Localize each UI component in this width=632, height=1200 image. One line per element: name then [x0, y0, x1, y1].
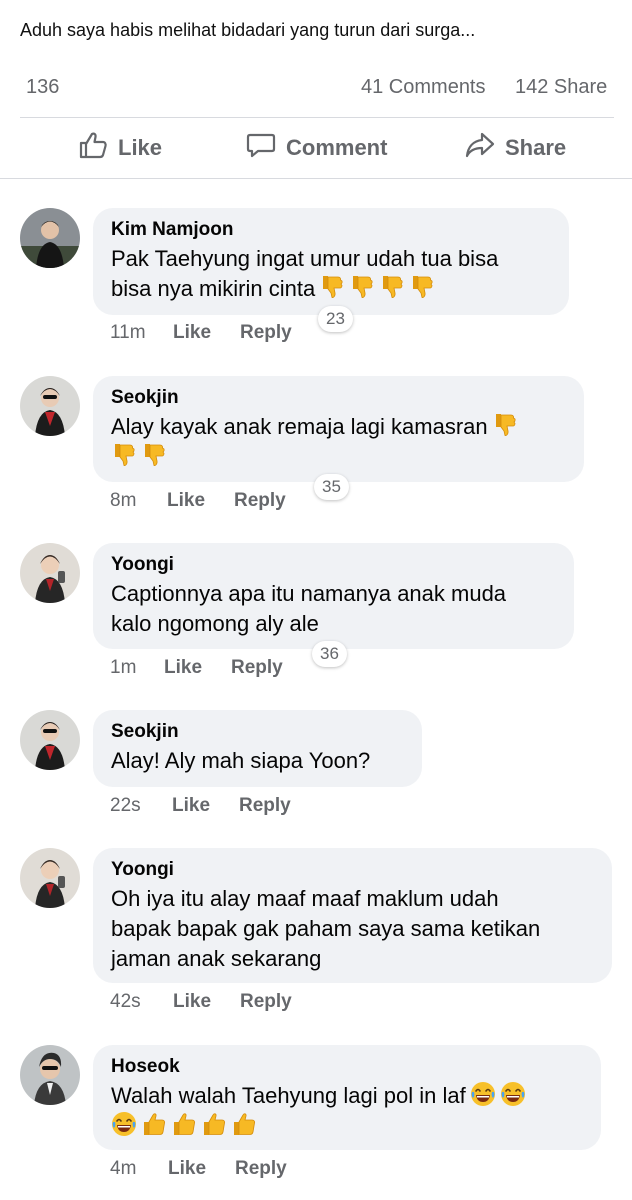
- share-button[interactable]: Share: [465, 128, 566, 168]
- reaction-badge[interactable]: 36: [312, 641, 347, 667]
- comment-reply-button[interactable]: Reply: [234, 490, 286, 512]
- avatar[interactable]: [20, 543, 80, 603]
- comment-button[interactable]: Comment: [246, 128, 387, 168]
- comment-line: Oh iya itu alay maaf maaf maklum udah: [111, 886, 499, 911]
- laughing-emoji-icon: [470, 1081, 496, 1107]
- comment-line-text: Alay kayak anak remaja lagi kamasran: [111, 414, 488, 439]
- comment-label: Comment: [286, 135, 388, 160]
- comment-line: Captionnya apa itu namanya anak muda: [111, 581, 507, 606]
- like-button[interactable]: Like: [78, 128, 162, 168]
- comment-like-button[interactable]: Like: [168, 1158, 206, 1180]
- commenter-name[interactable]: Yoongi: [111, 858, 594, 882]
- comment-reply-button[interactable]: Reply: [240, 322, 292, 344]
- comment-reply-button[interactable]: Reply: [231, 657, 283, 679]
- comment-text: Alay kayak anak remaja lagi kamasran: [111, 412, 566, 472]
- comment-text: Pak Taehyung ingat umur udah tua bisa bi…: [111, 244, 551, 304]
- commenter-name[interactable]: Kim Namjoon: [111, 218, 551, 242]
- comment-bubble[interactable]: Yoongi Captionnya apa itu namanya anak m…: [93, 543, 574, 649]
- comment-line: jaman anak sekarang: [111, 946, 322, 971]
- comment-line: bapak bapak gak paham saya sama ketikan: [111, 916, 541, 941]
- comment-time: 11m: [110, 322, 146, 343]
- comment-like-button[interactable]: Like: [173, 322, 211, 344]
- reaction-count[interactable]: 136: [26, 76, 59, 99]
- post-stats: 136 41 Comments 142 Share: [0, 74, 632, 102]
- comment-bubble[interactable]: Hoseok Walah walah Taehyung lagi pol in …: [93, 1045, 601, 1150]
- avatar[interactable]: [20, 1045, 80, 1105]
- comment-time: 4m: [110, 1158, 137, 1179]
- comment-line: Walah walah Taehyung lagi pol in laf: [111, 1081, 583, 1111]
- commenter-name[interactable]: Seokjin: [111, 720, 404, 744]
- action-bar: Like Comment Share: [0, 128, 632, 168]
- comment-text: Captionnya apa itu namanya anak muda kal…: [111, 579, 556, 639]
- comment-text: Alay! Aly mah siapa Yoon?: [111, 746, 404, 776]
- post-caption: Aduh saya habis melihat bidadari yang tu…: [20, 20, 476, 40]
- comment-line: [107, 1111, 583, 1141]
- comment-line: Pak Taehyung ingat umur udah tua bisa: [111, 246, 499, 271]
- thumbs-up-emoji-icon: [201, 1111, 227, 1137]
- thumbs-down-emoji-icon: [111, 442, 137, 468]
- thumbs-up-outline-icon: [78, 130, 108, 166]
- comment-line: kalo ngomong aly ale: [111, 611, 319, 636]
- reaction-badge[interactable]: 23: [318, 306, 353, 332]
- comment-line: [107, 442, 566, 472]
- share-arrow-icon: [465, 130, 495, 166]
- comment-like-button[interactable]: Like: [164, 657, 202, 679]
- thumbs-up-emoji-icon: [171, 1111, 197, 1137]
- avatar[interactable]: [20, 848, 80, 908]
- comment-reply-button[interactable]: Reply: [235, 1158, 287, 1180]
- comment-line: bisa nya mikirin cinta: [111, 274, 551, 304]
- reaction-badge[interactable]: 35: [314, 474, 349, 500]
- share-label: Share: [505, 135, 567, 160]
- comment-time: 22s: [110, 795, 141, 816]
- avatar[interactable]: [20, 710, 80, 770]
- comment-bubble[interactable]: Kim Namjoon Pak Taehyung ingat umur udah…: [93, 208, 569, 315]
- laughing-emoji-icon: [111, 1111, 137, 1137]
- comment-bubble[interactable]: Seokjin Alay kayak anak remaja lagi kama…: [93, 376, 584, 482]
- thumbs-down-emoji-icon: [349, 274, 375, 300]
- commenter-name[interactable]: Seokjin: [111, 386, 566, 410]
- commenter-name[interactable]: Hoseok: [111, 1055, 583, 1079]
- comment-time: 8m: [110, 490, 137, 511]
- comment-reply-button[interactable]: Reply: [239, 795, 291, 817]
- comments-count[interactable]: 41 Comments: [361, 76, 486, 99]
- avatar[interactable]: [20, 376, 80, 436]
- thumbs-up-emoji-icon: [141, 1111, 167, 1137]
- like-label: Like: [118, 135, 163, 160]
- comment-reply-button[interactable]: Reply: [240, 991, 292, 1013]
- avatar[interactable]: [20, 208, 80, 268]
- laughing-emoji-icon: [500, 1081, 526, 1107]
- comment-bubble[interactable]: Seokjin Alay! Aly mah siapa Yoon?: [93, 710, 422, 787]
- thumbs-down-emoji-icon: [141, 442, 167, 468]
- thumbs-up-emoji-icon: [231, 1111, 257, 1137]
- comment-line-text: bisa nya mikirin cinta: [111, 276, 316, 301]
- comment-time: 1m: [110, 657, 137, 678]
- divider: [0, 178, 632, 179]
- thumbs-down-emoji-icon: [319, 274, 345, 300]
- comment-line: Alay kayak anak remaja lagi kamasran: [111, 412, 566, 442]
- comment-like-button[interactable]: Like: [167, 490, 205, 512]
- thumbs-down-emoji-icon: [379, 274, 405, 300]
- comment-bubble[interactable]: Yoongi Oh iya itu alay maaf maaf maklum …: [93, 848, 612, 983]
- divider: [20, 117, 614, 118]
- speech-bubble-icon: [246, 130, 276, 166]
- comment-time: 42s: [110, 991, 141, 1012]
- share-count[interactable]: 142 Share: [515, 76, 607, 99]
- commenter-name[interactable]: Yoongi: [111, 553, 556, 577]
- comment-text: Oh iya itu alay maaf maaf maklum udah ba…: [111, 884, 594, 974]
- comment-like-button[interactable]: Like: [173, 991, 211, 1013]
- comment-text: Walah walah Taehyung lagi pol in laf: [111, 1081, 583, 1141]
- comment-like-button[interactable]: Like: [172, 795, 210, 817]
- comment-line: Alay! Aly mah siapa Yoon?: [111, 748, 371, 773]
- thumbs-down-emoji-icon: [409, 274, 435, 300]
- thumbs-down-emoji-icon: [492, 412, 518, 438]
- comment-line-text: Walah walah Taehyung lagi pol in laf: [111, 1083, 466, 1108]
